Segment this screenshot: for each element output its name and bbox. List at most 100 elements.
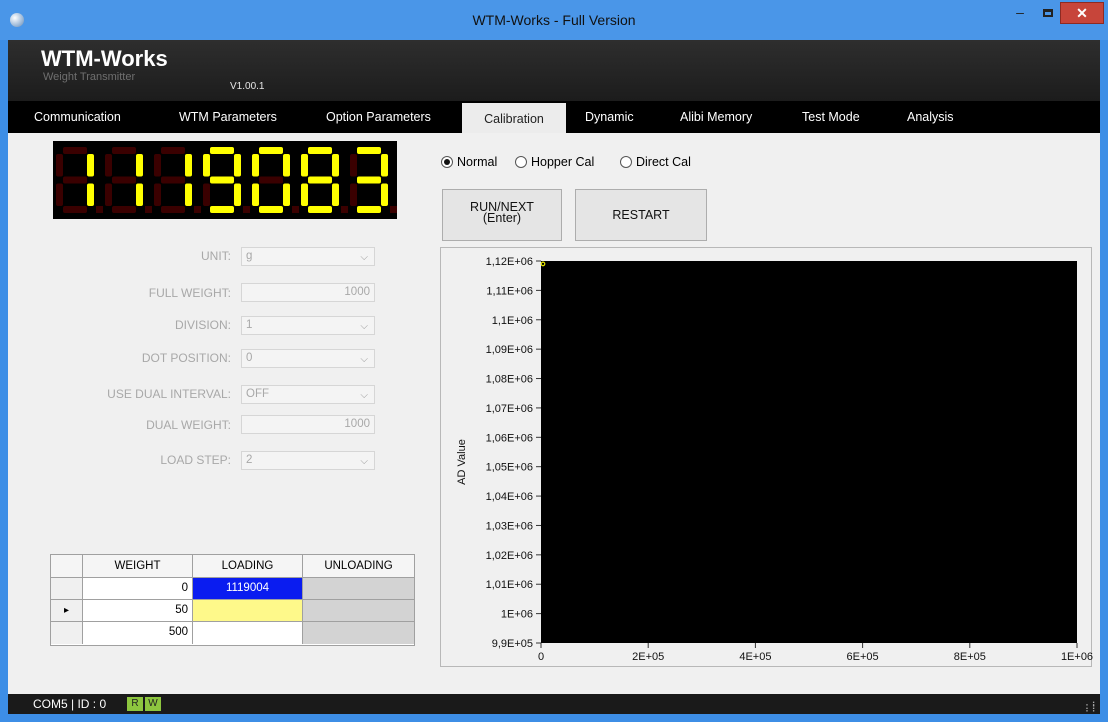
close-button[interactable]: ✕ [1060,2,1104,24]
use-dual-interval-value: OFF [246,388,269,400]
tab-alibi-memory[interactable]: Alibi Memory [680,101,752,133]
x-tick-label: 2E+05 [632,651,664,663]
full-weight-input[interactable]: 1000 [241,283,375,302]
weight-cell[interactable]: 500 [83,622,193,644]
segment [87,183,94,206]
run-next-button[interactable]: RUN/NEXT (Enter) [442,189,562,241]
chevron-down-icon: ⌵ [360,321,368,332]
calibration-chart: 9,9E+05 1E+06 1,01E+06 1,02E+06 1,03E+06 1,04… [440,247,1093,667]
decimal-point [194,206,201,213]
y-tick-label: 1,05E+06 [486,462,533,474]
load-step-label: LOAD STEP: [160,453,231,467]
tab-test-mode[interactable]: Test Mode [802,101,860,133]
title-bar[interactable]: WTM-Works - Full Version – ✕ [0,0,1108,40]
segment [112,176,136,184]
decimal-point [341,206,348,213]
segment [252,183,259,206]
tab-dynamic[interactable]: Dynamic [585,101,634,133]
unloading-cell[interactable] [303,622,414,644]
segment [357,147,381,154]
segment [308,147,332,154]
radio-normal[interactable]: Normal [441,155,497,169]
load-step-select[interactable]: 2 ⌵ [241,451,375,470]
plot-area [541,261,1077,643]
segment [210,176,234,184]
y-tick-label: 1,04E+06 [486,491,533,503]
y-tick-label: 9,9E+05 [492,638,533,650]
tab-analysis[interactable]: Analysis [907,101,954,133]
y-tick-label: 1,01E+06 [486,579,533,591]
chevron-down-icon: ⌵ [360,252,368,263]
tab-calibration[interactable]: Calibration [462,103,566,133]
weight-cell[interactable]: 0 [83,578,193,600]
tab-wtm-parameters[interactable]: WTM Parameters [179,101,277,133]
segment [301,154,308,177]
y-tick-label: 1,03E+06 [486,520,533,532]
y-tick-label: 1,1E+06 [492,315,533,327]
x-tick-label: 4E+05 [739,651,771,663]
seven-segment-display [56,147,397,213]
use-dual-interval-select[interactable]: OFF ⌵ [241,385,375,404]
segment [154,154,161,177]
x-tick-label: 6E+05 [847,651,879,663]
unit-select[interactable]: g ⌵ [241,247,375,266]
restart-button[interactable]: RESTART [575,189,707,241]
division-select[interactable]: 1 ⌵ [241,316,375,335]
radio-direct-cal[interactable]: Direct Cal [620,155,691,169]
app-name: WTM-Works [41,46,168,71]
column-header-unloading[interactable]: UNLOADING [303,555,414,578]
y-tick-label: 1,12E+06 [486,256,533,268]
weight-display [53,141,397,219]
calibration-table: WEIGHT LOADING UNLOADING 0 1119004 ▸ 50 … [50,554,415,646]
segment [112,147,136,154]
segment [283,154,290,177]
segment [234,154,241,177]
column-header-loading[interactable]: LOADING [193,555,303,578]
segment [210,206,234,213]
chart-canvas: 9,9E+05 1E+06 1,01E+06 1,02E+06 1,03E+06 1,04… [456,256,1093,663]
loading-cell[interactable] [193,622,303,644]
read-indicator: R [127,697,143,711]
segment [381,183,388,206]
row-header[interactable] [51,578,83,600]
dual-weight-input[interactable]: 1000 [241,415,375,434]
dot-position-select[interactable]: 0 ⌵ [241,349,375,368]
weight-cell[interactable]: 50 [83,600,193,622]
division-label: DIVISION: [174,318,231,332]
app-subtitle: Weight Transmitter [43,71,136,83]
use-dual-interval-label: USE DUAL INTERVAL: [107,387,231,401]
segment [185,154,192,177]
current-row-marker-icon[interactable]: ▸ [51,600,83,622]
maximize-icon [1043,9,1053,17]
decimal-point [145,206,152,213]
dual-weight-label: DUAL WEIGHT: [146,418,231,432]
unloading-cell[interactable] [303,600,414,622]
resize-grip-icon[interactable]: ⠄⠆ ⠆⠇ [1085,699,1098,714]
segment [381,154,388,177]
minimize-button[interactable]: – [1010,2,1030,24]
tab-communication[interactable]: Communication [34,101,121,133]
radio-normal-label: Normal [457,155,498,169]
column-header-weight[interactable]: WEIGHT [83,555,193,578]
run-next-hint: (Enter) [482,211,522,225]
unit-value: g [246,250,253,262]
display-digit [56,147,103,213]
unloading-cell[interactable] [303,578,414,600]
unit-label: UNIT: [201,249,231,263]
row-header[interactable] [51,622,83,644]
decimal-point [243,206,250,213]
maximize-button[interactable] [1038,2,1058,24]
dot-position-label: DOT POSITION: [141,351,231,365]
loading-cell-selected[interactable]: 1119004 [193,578,303,600]
status-bar: COM5 | ID : 0 R W ⠄⠆ ⠆⠇ [8,694,1100,714]
connection-status: COM5 | ID : 0 [33,697,107,711]
segment [161,206,185,213]
segment [154,183,161,206]
app-version: V1.00.1 [230,81,265,92]
y-tick-label: 1,02E+06 [486,550,533,562]
tab-option-parameters[interactable]: Option Parameters [326,101,431,133]
display-digit [105,147,152,213]
segment [105,154,112,177]
radio-hopper-cal[interactable]: Hopper Cal [515,155,594,169]
loading-cell-active[interactable] [193,600,303,622]
